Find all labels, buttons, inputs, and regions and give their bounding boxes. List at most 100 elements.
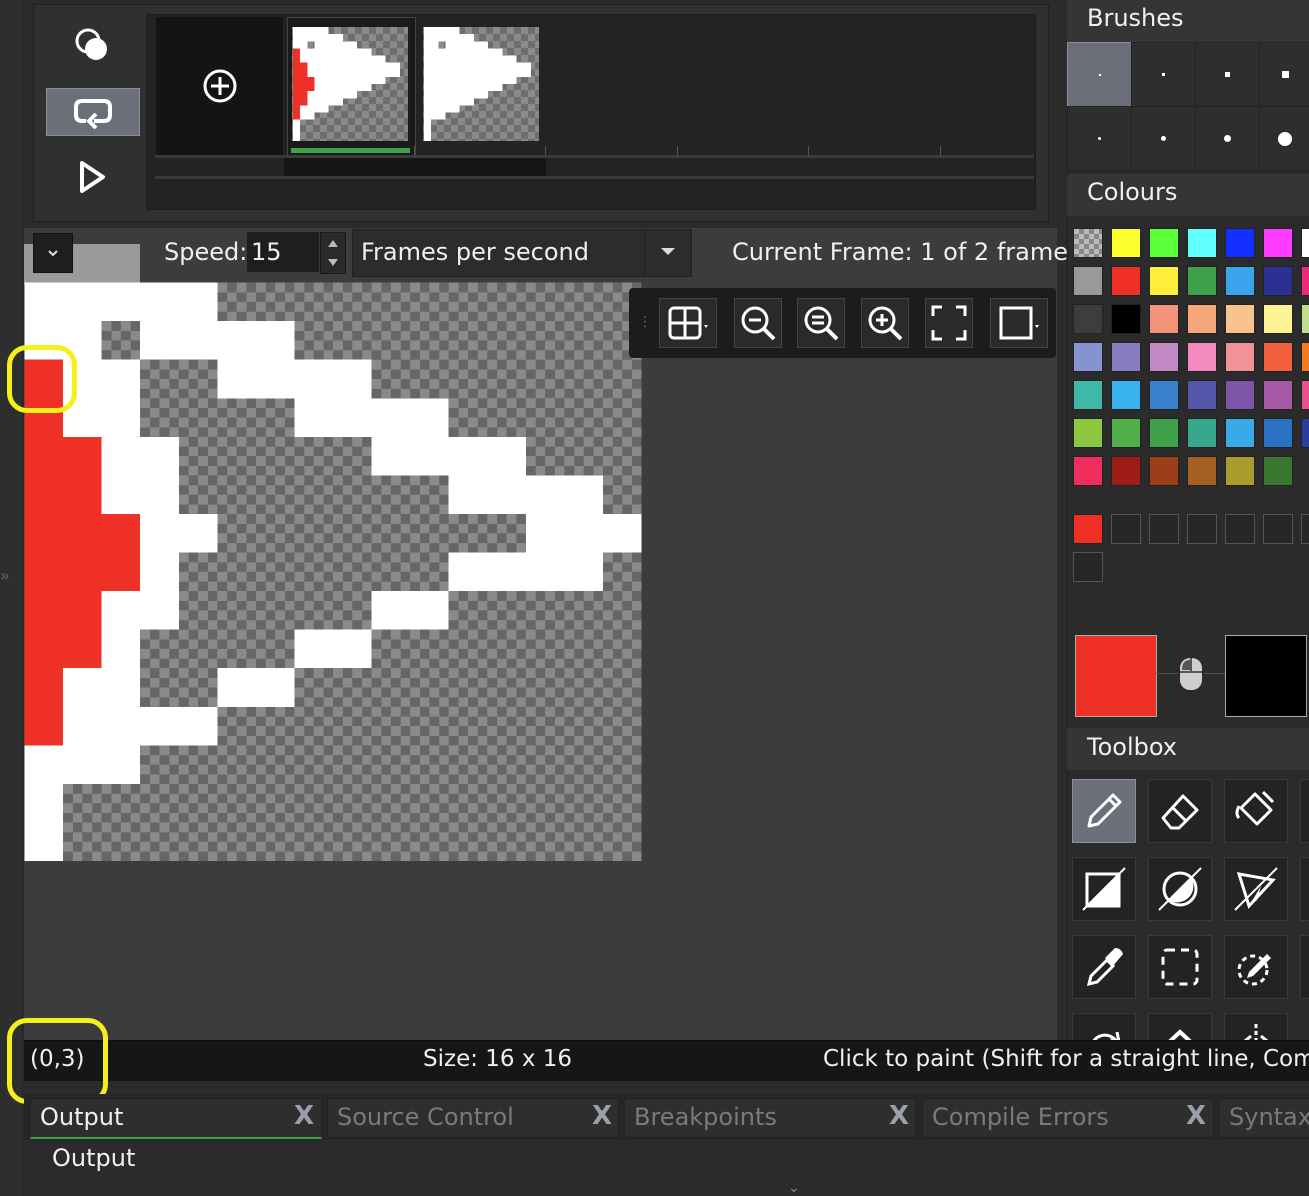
flip-tool[interactable] xyxy=(1224,1013,1288,1040)
brushes-header[interactable]: Brushes xyxy=(1067,0,1309,42)
secondary-colour-swatch[interactable] xyxy=(1225,635,1307,717)
colour-swatch[interactable] xyxy=(1187,228,1217,258)
more-tool[interactable] xyxy=(1300,857,1309,921)
toolbox-header[interactable]: Toolbox xyxy=(1067,728,1309,770)
colour-swatch[interactable] xyxy=(1301,418,1309,448)
magic-select-tool[interactable] xyxy=(1224,935,1288,999)
speed-stepper[interactable] xyxy=(320,232,346,274)
colour-swatch[interactable] xyxy=(1149,266,1179,296)
move-tool[interactable] xyxy=(1148,1013,1212,1040)
close-icon[interactable]: X xyxy=(889,1101,909,1131)
more-tool[interactable] xyxy=(1300,935,1309,999)
colour-swatch[interactable] xyxy=(1187,418,1217,448)
close-icon[interactable]: X xyxy=(294,1101,314,1131)
expand-panel-icon[interactable]: » xyxy=(0,566,10,585)
colour-swatch[interactable] xyxy=(1111,304,1141,334)
pencil-tool[interactable] xyxy=(1072,779,1136,843)
rectangle-tool[interactable] xyxy=(1072,857,1136,921)
colour-swatch[interactable] xyxy=(1187,456,1217,486)
fit-to-screen-button[interactable] xyxy=(925,298,973,348)
colour-swatch[interactable] xyxy=(1111,418,1141,448)
colour-swatch[interactable] xyxy=(1149,456,1179,486)
eraser-tool[interactable] xyxy=(1148,779,1212,843)
colour-swatch[interactable] xyxy=(1225,266,1255,296)
colour-swatch[interactable] xyxy=(1301,304,1309,334)
tab-source-control[interactable]: Source Control X xyxy=(327,1098,619,1138)
colour-swatch[interactable] xyxy=(1073,266,1103,296)
colour-swatch[interactable] xyxy=(1225,456,1255,486)
colour-swatch[interactable] xyxy=(1187,380,1217,410)
tab-breakpoints[interactable]: Breakpoints X xyxy=(624,1098,916,1138)
colour-swatch[interactable] xyxy=(1073,418,1103,448)
colour-swatch[interactable] xyxy=(1187,304,1217,334)
collapse-button[interactable] xyxy=(33,233,73,273)
more-tool[interactable] xyxy=(1300,779,1309,843)
tab-syntax[interactable]: Syntax xyxy=(1219,1098,1309,1138)
colour-swatch[interactable] xyxy=(1225,228,1255,258)
colour-swatch[interactable] xyxy=(1187,342,1217,372)
frame-2-thumbnail[interactable] xyxy=(423,27,539,141)
brush-5[interactable] xyxy=(1067,106,1132,171)
recent-colour-swatch[interactable] xyxy=(1073,552,1103,582)
colour-swatch[interactable] xyxy=(1073,456,1103,486)
colour-swatch[interactable] xyxy=(1263,380,1293,410)
brush-3[interactable] xyxy=(1195,42,1260,107)
brush-2[interactable] xyxy=(1131,42,1196,107)
loop-button[interactable] xyxy=(46,88,140,136)
play-button[interactable] xyxy=(46,154,138,200)
zoom-out-button[interactable] xyxy=(734,298,782,348)
colour-swatch[interactable] xyxy=(1263,228,1293,258)
background-toggle-button[interactable] xyxy=(990,298,1048,348)
colour-swatch[interactable] xyxy=(1111,228,1141,258)
colour-swatch[interactable] xyxy=(1149,342,1179,372)
colour-swatch[interactable] xyxy=(1301,342,1309,372)
colour-swatch[interactable] xyxy=(1263,418,1293,448)
colour-swatch[interactable] xyxy=(1111,342,1141,372)
onion-skin-button[interactable] xyxy=(46,22,138,68)
colour-swatch[interactable] xyxy=(1111,266,1141,296)
zoom-in-button[interactable] xyxy=(861,298,909,348)
colour-swatch[interactable] xyxy=(1301,380,1309,410)
eyedropper-tool[interactable] xyxy=(1072,935,1136,999)
brush-4[interactable] xyxy=(1259,42,1309,107)
polygon-tool[interactable] xyxy=(1224,857,1288,921)
zoom-reset-button[interactable] xyxy=(797,298,845,348)
selection-tool[interactable] xyxy=(1148,935,1212,999)
colour-swatch[interactable] xyxy=(1149,228,1179,258)
colour-swatch[interactable] xyxy=(1263,266,1293,296)
recent-colour-swatch[interactable] xyxy=(1187,514,1217,544)
rotate-tool[interactable] xyxy=(1072,1013,1136,1040)
colour-swatch[interactable] xyxy=(1301,266,1309,296)
colour-swatch[interactable] xyxy=(1263,304,1293,334)
chevron-down-icon[interactable]: ⌄ xyxy=(788,1180,800,1196)
recent-colour-swatch[interactable] xyxy=(1149,514,1179,544)
colour-swatch[interactable] xyxy=(1263,342,1293,372)
colour-swatch[interactable] xyxy=(1073,304,1103,334)
colours-header[interactable]: Colours xyxy=(1067,174,1309,216)
brush-1[interactable] xyxy=(1067,42,1132,107)
close-icon[interactable]: X xyxy=(1186,1101,1206,1131)
fill-tool[interactable] xyxy=(1224,779,1288,843)
colour-swatch[interactable] xyxy=(1149,304,1179,334)
recent-colour-swatch[interactable] xyxy=(1301,514,1309,544)
colour-swatch[interactable] xyxy=(1187,266,1217,296)
colour-swatch[interactable] xyxy=(1073,342,1103,372)
dropdown-arrow[interactable] xyxy=(644,229,691,275)
colour-swatch[interactable] xyxy=(1225,418,1255,448)
recent-colour-swatch[interactable] xyxy=(1225,514,1255,544)
colour-swatch[interactable] xyxy=(1301,228,1309,258)
close-icon[interactable]: X xyxy=(592,1101,612,1131)
colour-swatch[interactable] xyxy=(1263,456,1293,486)
colour-swatch[interactable] xyxy=(1225,304,1255,334)
colour-swatch[interactable] xyxy=(1073,228,1103,258)
ellipse-tool[interactable] xyxy=(1148,857,1212,921)
colour-swatch[interactable] xyxy=(1111,456,1141,486)
colour-swatch[interactable] xyxy=(1111,380,1141,410)
brush-6[interactable] xyxy=(1131,106,1196,171)
tab-compile-errors[interactable]: Compile Errors X xyxy=(922,1098,1214,1138)
colour-swatch[interactable] xyxy=(1149,418,1179,448)
colour-swatch[interactable] xyxy=(1149,380,1179,410)
recent-colour-swatch[interactable] xyxy=(1073,514,1103,544)
add-frame-button[interactable] xyxy=(156,17,283,155)
colour-swatch[interactable] xyxy=(1225,380,1255,410)
